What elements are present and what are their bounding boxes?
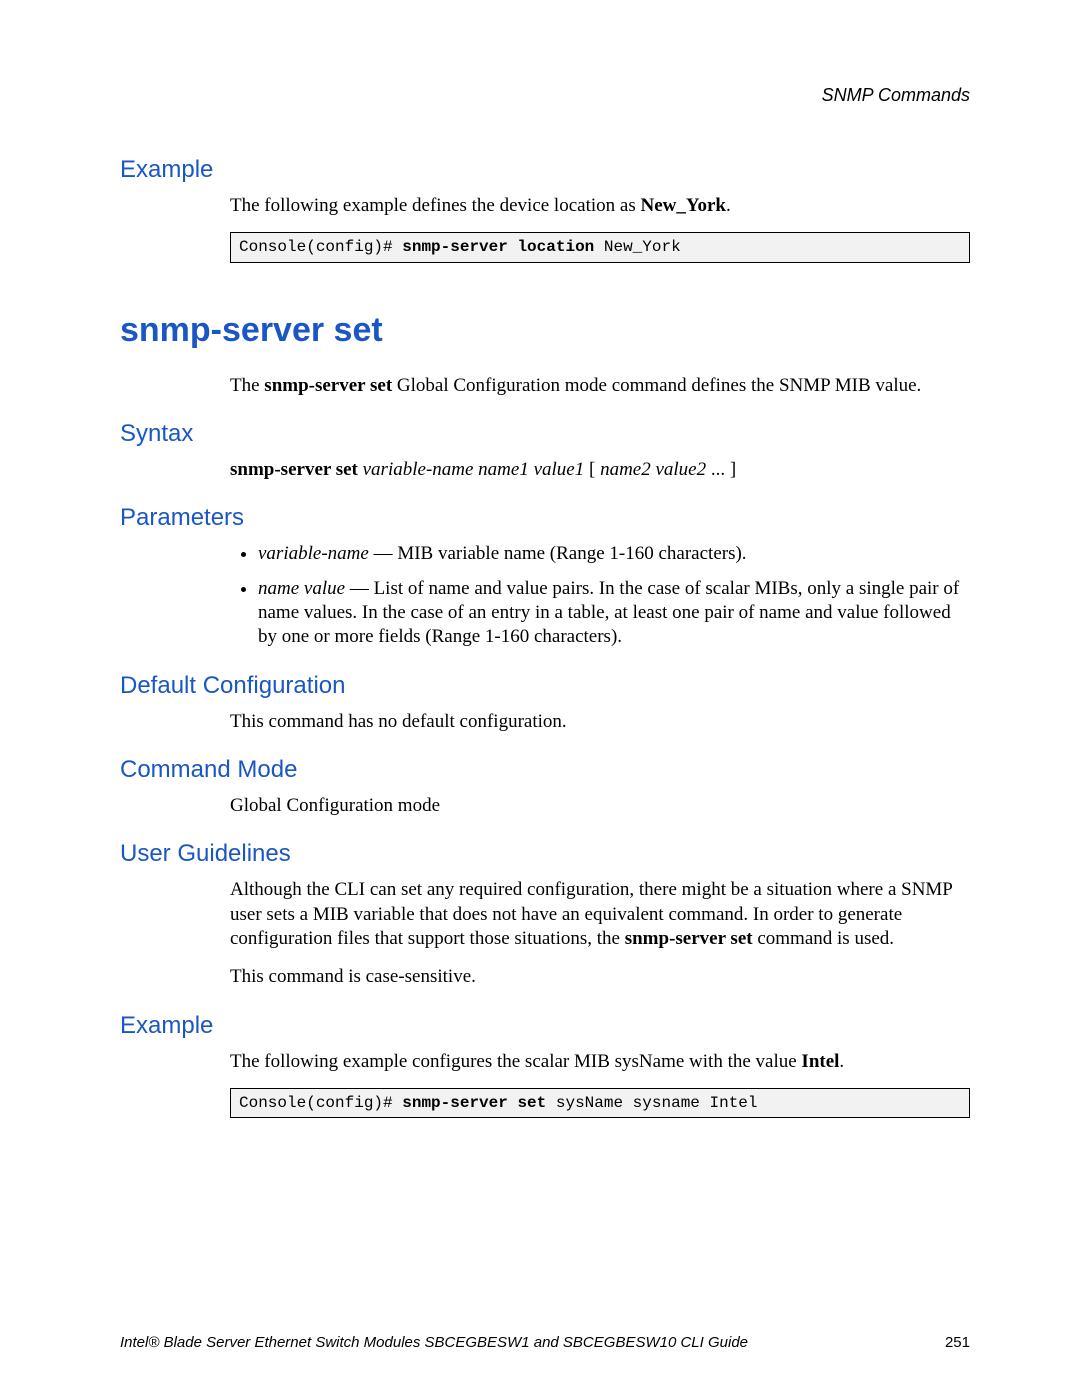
syntax-line: snmp-server set variable-name name1 valu… bbox=[230, 458, 970, 482]
syntax-args2: name2 value2 bbox=[600, 459, 706, 480]
heading-example-2: Example bbox=[120, 1012, 970, 1040]
param-term: variable-name bbox=[258, 543, 369, 564]
user-guidelines-p2: This command is case-sensitive. bbox=[230, 965, 970, 989]
heading-default-configuration: Default Configuration bbox=[120, 672, 970, 700]
example2-body: The following example configures the sca… bbox=[230, 1050, 970, 1119]
list-item: variable-name — MIB variable name (Range… bbox=[258, 542, 970, 566]
param-desc: — MIB variable name (Range 1-160 charact… bbox=[369, 543, 747, 564]
syntax-bracket: [ bbox=[584, 459, 600, 480]
parameter-list: variable-name — MIB variable name (Range… bbox=[230, 542, 970, 649]
syntax-body: snmp-server set variable-name name1 valu… bbox=[230, 458, 970, 482]
text: . bbox=[839, 1051, 844, 1072]
text-bold: snmp-server set bbox=[264, 375, 392, 396]
text-bold: New_York bbox=[640, 195, 726, 216]
param-desc: — List of name and value pairs. In the c… bbox=[258, 578, 959, 648]
example1-body: The following example defines the device… bbox=[230, 194, 970, 263]
default-config-body: This command has no default configuratio… bbox=[230, 710, 970, 734]
text: The bbox=[230, 375, 264, 396]
code-arg: sysName sysname Intel bbox=[546, 1094, 757, 1112]
example2-intro: The following example configures the sca… bbox=[230, 1050, 970, 1074]
user-guidelines-p1: Although the CLI can set any required co… bbox=[230, 878, 970, 951]
command-title: snmp-server set bbox=[120, 311, 970, 350]
text-bold: snmp-server set bbox=[625, 928, 753, 949]
syntax-tail: ... ] bbox=[706, 459, 736, 480]
heading-syntax: Syntax bbox=[120, 420, 970, 448]
text: . bbox=[726, 195, 731, 216]
page-footer: Intel® Blade Server Ethernet Switch Modu… bbox=[120, 1334, 970, 1351]
text-bold: Intel bbox=[801, 1051, 839, 1072]
heading-command-mode: Command Mode bbox=[120, 756, 970, 784]
user-guidelines-body: Although the CLI can set any required co… bbox=[230, 878, 970, 989]
page: SNMP Commands Example The following exam… bbox=[0, 0, 1080, 1397]
text: The following example defines the device… bbox=[230, 195, 640, 216]
page-number: 251 bbox=[945, 1334, 970, 1351]
command-desc-text: The snmp-server set Global Configuration… bbox=[230, 374, 970, 398]
command-mode-body: Global Configuration mode bbox=[230, 794, 970, 818]
code-prompt: Console(config)# bbox=[239, 238, 402, 256]
code-example-1: Console(config)# snmp-server location Ne… bbox=[230, 232, 970, 262]
code-command: snmp-server set bbox=[402, 1094, 546, 1112]
running-header: SNMP Commands bbox=[120, 85, 970, 106]
code-example-2: Console(config)# snmp-server set sysName… bbox=[230, 1088, 970, 1118]
code-arg: New_York bbox=[594, 238, 680, 256]
list-item: name value — List of name and value pair… bbox=[258, 577, 970, 650]
heading-example-1: Example bbox=[120, 156, 970, 184]
text: Global Configuration mode command define… bbox=[392, 375, 921, 396]
command-mode-text: Global Configuration mode bbox=[230, 794, 970, 818]
code-prompt: Console(config)# bbox=[239, 1094, 402, 1112]
syntax-args1: variable-name name1 value1 bbox=[358, 459, 584, 480]
heading-user-guidelines: User Guidelines bbox=[120, 840, 970, 868]
parameters-body: variable-name — MIB variable name (Range… bbox=[230, 542, 970, 649]
command-desc: The snmp-server set Global Configuration… bbox=[230, 374, 970, 398]
default-config-text: This command has no default configuratio… bbox=[230, 710, 970, 734]
example1-intro: The following example defines the device… bbox=[230, 194, 970, 218]
footer-title: Intel® Blade Server Ethernet Switch Modu… bbox=[120, 1334, 748, 1351]
text: command is used. bbox=[753, 928, 894, 949]
text: The following example configures the sca… bbox=[230, 1051, 801, 1072]
syntax-cmd: snmp-server set bbox=[230, 459, 358, 480]
code-command: snmp-server location bbox=[402, 238, 594, 256]
heading-parameters: Parameters bbox=[120, 504, 970, 532]
param-term: name value bbox=[258, 578, 345, 599]
